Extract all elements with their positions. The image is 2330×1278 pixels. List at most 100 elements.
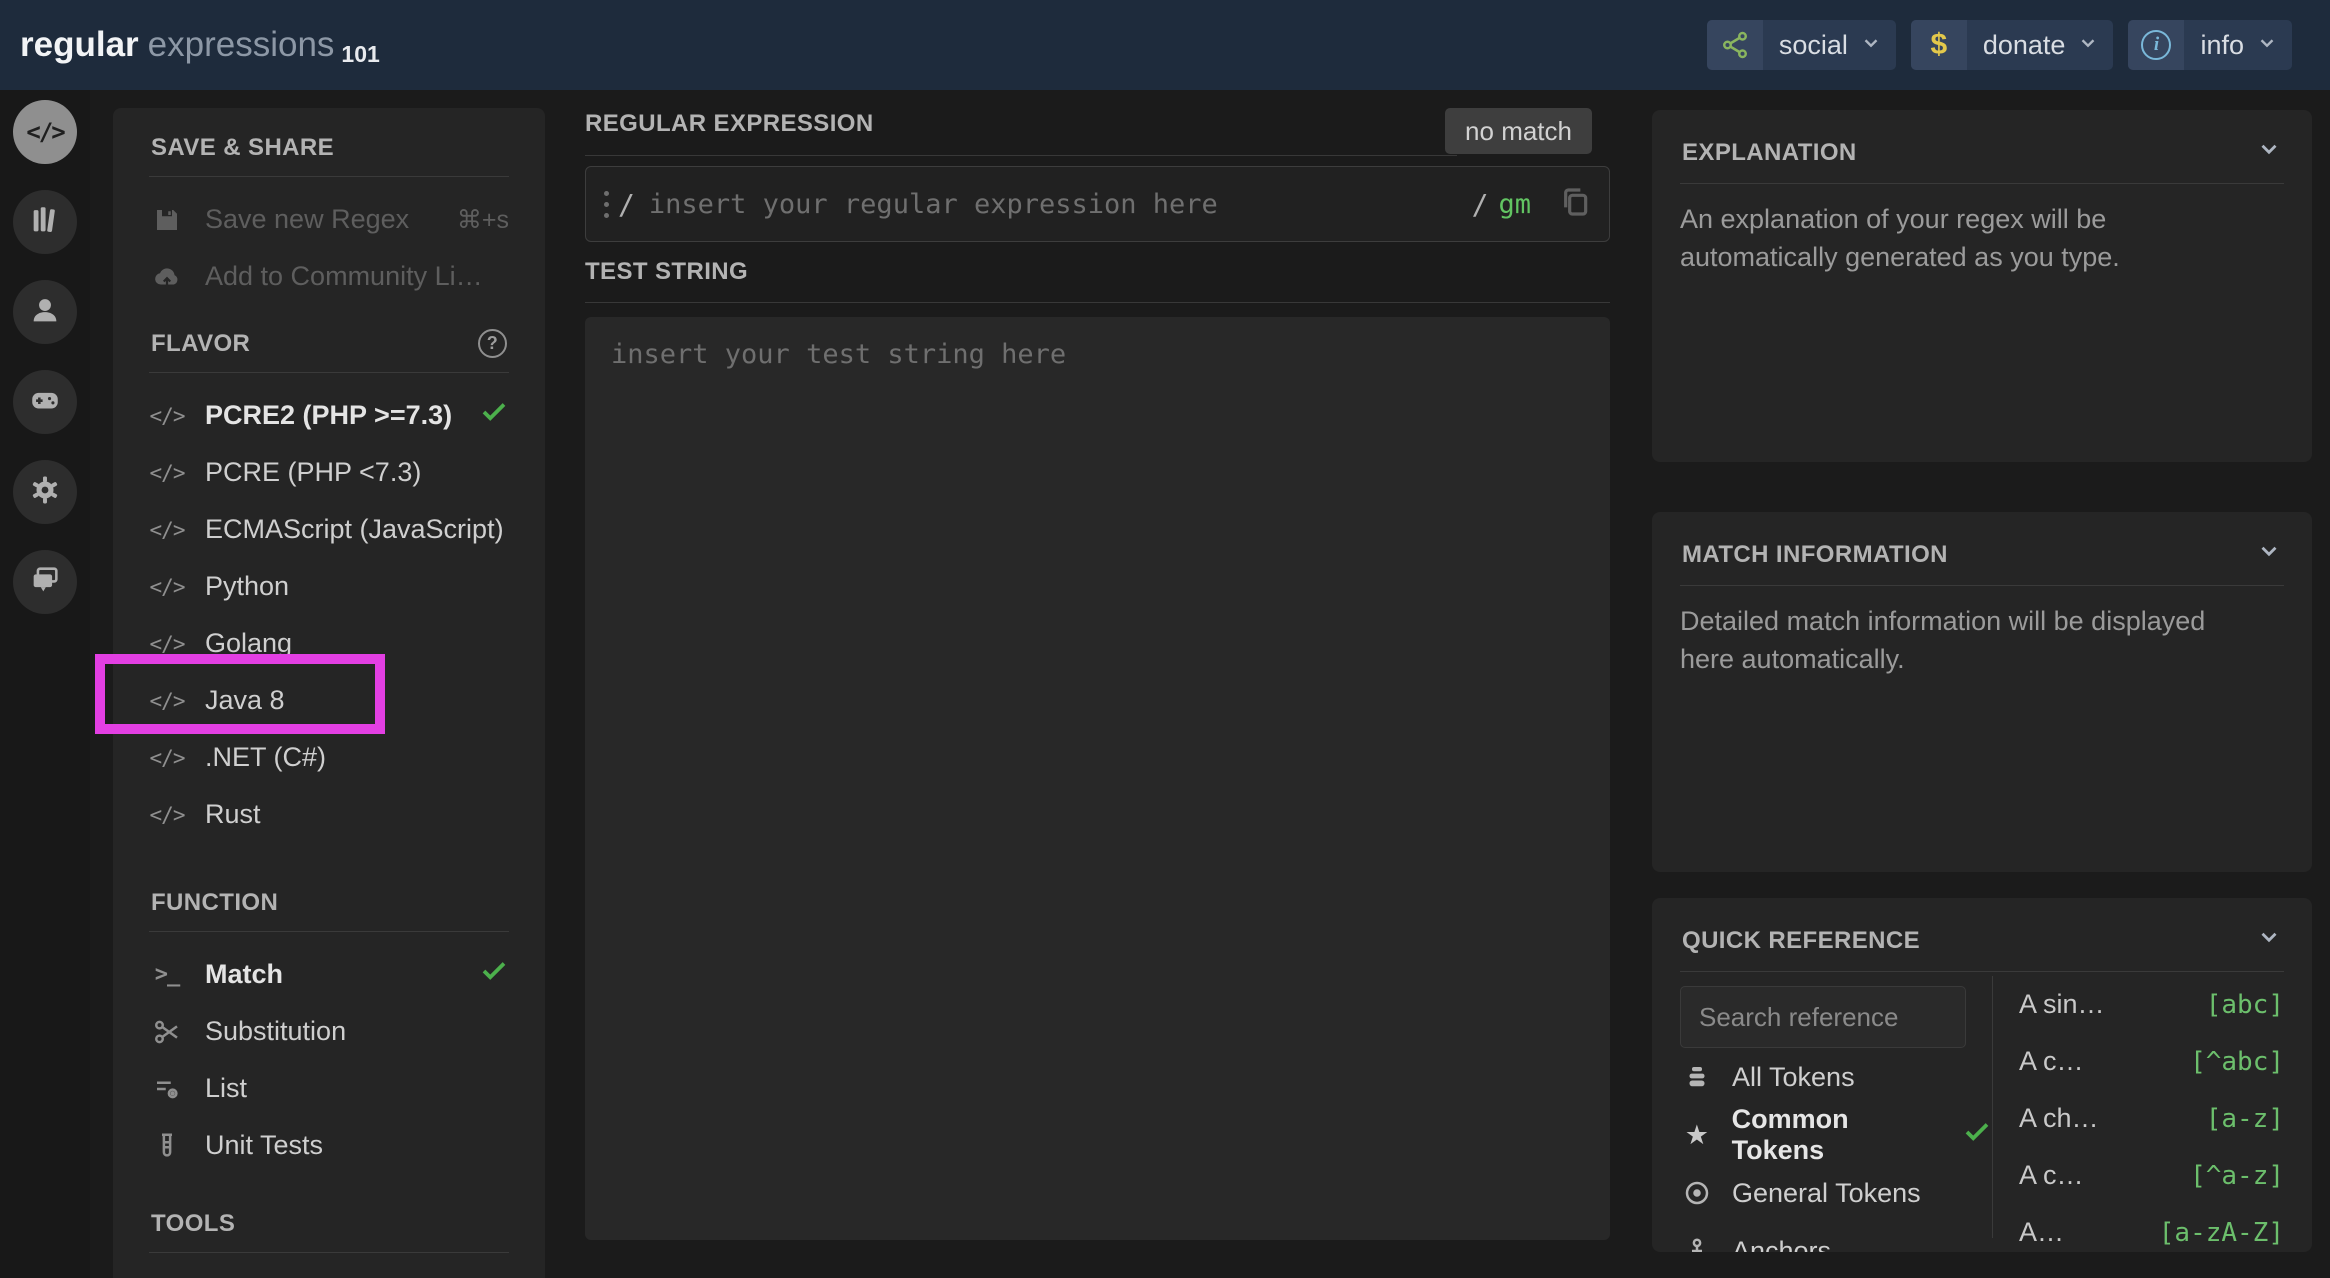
function-item-list[interactable]: List <box>149 1060 509 1117</box>
test-string-input[interactable]: insert your test string here <box>585 317 1610 1240</box>
account-icon <box>28 293 62 332</box>
function-item-substitution[interactable]: Substitution <box>149 1003 509 1060</box>
tools-rows: Code Generator <box>149 1267 509 1278</box>
check-icon <box>1962 1117 1992 1154</box>
save-new-regex-button[interactable]: Save new Regex ⌘+s <box>149 191 509 248</box>
code-icon: </> <box>26 118 63 146</box>
flavor-item-java8[interactable]: </> Java 8 <box>149 672 509 729</box>
chevron-down-icon <box>2256 30 2278 61</box>
flavor-item-ecmascript[interactable]: </> ECMAScript (JavaScript) <box>149 501 509 558</box>
save-new-regex-label: Save new Regex <box>205 204 409 235</box>
explanation-card: EXPLANATION An explanation of your regex… <box>1652 110 2312 462</box>
left-sidebar-panel: SAVE & SHARE Save new Regex ⌘+s Add to C… <box>113 108 545 1278</box>
token-description: A sin… <box>2019 989 2105 1020</box>
token-value: [^abc] <box>2190 1047 2284 1077</box>
explanation-header: EXPLANATION <box>1680 136 2284 184</box>
star-icon: ★ <box>1680 1120 1714 1151</box>
explanation-body: An explanation of your regex will be aut… <box>1680 200 2160 276</box>
token-row[interactable]: A c… [^a-z] <box>2019 1147 2284 1204</box>
token-description: A ch… <box>2019 1103 2099 1134</box>
drag-handle-icon[interactable] <box>604 187 610 221</box>
site-logo[interactable]: regular expressions 101 <box>20 25 380 65</box>
social-menu-button[interactable]: social <box>1707 20 1896 70</box>
add-to-community-label: Add to Community Li… <box>205 261 483 292</box>
scissors-icon <box>149 1017 185 1047</box>
list-settings-icon <box>149 1074 185 1104</box>
dollar-icon: $ <box>1911 20 1967 70</box>
token-description: A c… <box>2019 1046 2084 1077</box>
function-item-match[interactable]: >_ Match <box>149 946 509 1003</box>
match-information-title: MATCH INFORMATION <box>1682 541 1948 569</box>
test-tube-icon <box>149 1131 185 1161</box>
info-menu-label: info <box>2184 30 2256 61</box>
regex-section-header: REGULAR EXPRESSION no match <box>585 110 1610 156</box>
test-string-header: TEST STRING <box>585 258 1610 303</box>
function-rows: >_ Match Substitution List <box>149 946 509 1174</box>
flavor-item-golang[interactable]: </> Golang <box>149 615 509 672</box>
quick-reference-categories: All Tokens ★ Common Tokens General Token… <box>1680 986 1992 1238</box>
cloud-upload-icon <box>149 262 185 292</box>
token-row[interactable]: A c… [^abc] <box>2019 1033 2284 1090</box>
rail-item-settings[interactable] <box>13 460 77 524</box>
regex-input[interactable]: / insert your regular expression here / … <box>585 166 1610 242</box>
function-item-unit-tests[interactable]: Unit Tests <box>149 1117 509 1174</box>
share-network-icon <box>1707 20 1763 70</box>
rail-item-library[interactable] <box>13 190 77 254</box>
quick-reference-card: QUICK REFERENCE All Tokens ★ Common Toke… <box>1652 898 2312 1252</box>
check-icon <box>479 397 509 434</box>
flavor-item-rust[interactable]: </> Rust <box>149 786 509 843</box>
info-menu-button[interactable]: i info <box>2128 20 2292 70</box>
regex-flags[interactable]: gm <box>1498 189 1531 220</box>
token-row[interactable]: A… [a-zA-Z] <box>2019 1204 2284 1252</box>
rail-item-account[interactable] <box>13 280 77 344</box>
token-value: [^a-z] <box>2190 1161 2284 1191</box>
open-delimiter: / <box>618 188 635 221</box>
tokens-stack-icon <box>1680 1062 1714 1092</box>
collapse-chevron-icon[interactable] <box>2256 924 2282 957</box>
add-to-community-button[interactable]: Add to Community Li… <box>149 248 509 305</box>
question-icon[interactable]: ? <box>478 329 507 358</box>
header-divider <box>585 302 1610 303</box>
test-string-title: TEST STRING <box>585 258 748 285</box>
topbar-menus: social $ donate i info <box>1707 20 2292 70</box>
match-information-header: MATCH INFORMATION <box>1680 538 2284 586</box>
category-general-tokens[interactable]: General Tokens <box>1680 1164 1992 1222</box>
code-icon: </> <box>149 518 185 542</box>
reference-search-input[interactable] <box>1680 986 1966 1048</box>
code-icon: </> <box>149 746 185 770</box>
flavor-item-python[interactable]: </> Python <box>149 558 509 615</box>
donate-menu-label: donate <box>1967 30 2078 61</box>
token-value: [abc] <box>2206 990 2284 1020</box>
tools-item-code-generator[interactable]: Code Generator <box>149 1267 509 1278</box>
token-row[interactable]: A sin… [abc] <box>2019 976 2284 1033</box>
flavor-item-dotnet[interactable]: </> .NET (C#) <box>149 729 509 786</box>
category-all-tokens[interactable]: All Tokens <box>1680 1048 1992 1106</box>
donate-menu-button[interactable]: $ donate <box>1911 20 2114 70</box>
collapse-chevron-icon[interactable] <box>2256 136 2282 169</box>
settings-icon <box>28 473 62 512</box>
collapse-chevron-icon[interactable] <box>2256 538 2282 571</box>
logo-word-expressions: expressions <box>148 25 335 65</box>
quick-reference-token-list: A sin… [abc] A c… [^abc] A ch… [a-z] A c… <box>1992 976 2284 1238</box>
token-value: [a-zA-Z] <box>2159 1218 2284 1248</box>
category-common-tokens[interactable]: ★ Common Tokens <box>1680 1106 1992 1164</box>
info-circle-icon: i <box>2128 20 2184 70</box>
left-icon-rail: </> <box>0 90 90 1278</box>
library-icon <box>28 203 62 242</box>
code-icon: </> <box>149 575 185 599</box>
close-delimiter: / <box>1472 188 1489 221</box>
rail-item-editor[interactable]: </> <box>13 100 77 164</box>
rail-item-playground[interactable] <box>13 370 77 434</box>
token-row[interactable]: A ch… [a-z] <box>2019 1090 2284 1147</box>
category-anchors[interactable]: Anchors <box>1680 1222 1992 1252</box>
tools-section-title: TOOLS <box>149 1210 509 1253</box>
flavor-item-pcre[interactable]: </> PCRE (PHP <7.3) <box>149 444 509 501</box>
regex-placeholder: insert your regular expression here <box>649 189 1472 220</box>
flavor-item-pcre2[interactable]: </> PCRE2 (PHP >=7.3) <box>149 387 509 444</box>
rail-item-feedback[interactable] <box>13 550 77 614</box>
anchor-icon <box>1680 1236 1714 1252</box>
quick-reference-title: QUICK REFERENCE <box>1682 927 1920 955</box>
code-icon: </> <box>149 404 185 428</box>
token-description: A… <box>2019 1217 2064 1248</box>
copy-icon[interactable] <box>1559 186 1591 222</box>
